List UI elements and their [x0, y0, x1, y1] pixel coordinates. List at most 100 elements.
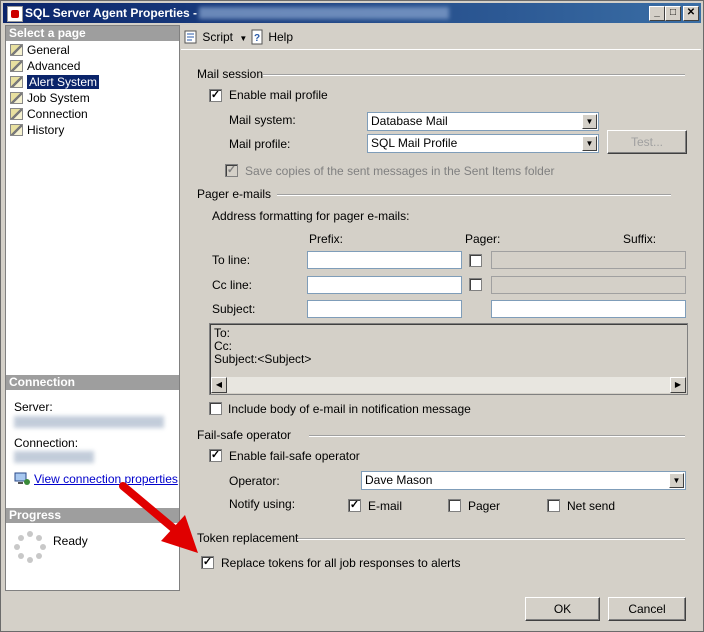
pager-emails-divider [277, 194, 671, 196]
toolbar: Script ▼ ? Help [181, 25, 701, 50]
help-label: Help [268, 30, 294, 44]
script-label: Script [202, 30, 234, 44]
chevron-down-icon: ▼ [239, 34, 248, 43]
script-button[interactable]: Script ▼ [183, 29, 247, 45]
preview-cc-line: Cc: [214, 339, 232, 353]
mail-profile-select[interactable]: SQL Mail Profile ▼ [367, 134, 599, 153]
replace-tokens-checkbox[interactable]: ✓ [201, 556, 214, 569]
notify-netsend-checkbox[interactable] [547, 499, 560, 512]
page-job-system[interactable]: Job System [10, 91, 90, 106]
subject-label: Subject: [212, 302, 256, 316]
page-icon [10, 124, 23, 136]
pager-header: Pager: [465, 232, 501, 246]
mail-system-value: Database Mail [371, 114, 448, 128]
page-alert-system[interactable]: Alert System [10, 75, 100, 90]
page-label: Alert System [27, 75, 100, 89]
notify-pager-checkbox[interactable] [448, 499, 461, 512]
include-body-checkbox[interactable] [209, 402, 222, 415]
operator-label: Operator: [229, 474, 280, 488]
cc-line-label: Cc line: [212, 278, 253, 292]
address-formatting-label: Address formatting for pager e-mails: [212, 209, 410, 223]
cc-line-pager-checkbox[interactable] [469, 278, 482, 291]
suffix-header: Suffix: [623, 232, 657, 246]
page-icon [10, 108, 23, 120]
page-icon [10, 60, 23, 72]
page-label: History [27, 123, 65, 137]
page-icon [10, 44, 23, 56]
enable-mail-profile-label: Enable mail profile [229, 88, 328, 102]
cancel-button[interactable]: Cancel [608, 597, 686, 621]
dialog-footer: OK Cancel [1, 591, 703, 631]
notify-email-checkbox[interactable]: ✓ [348, 499, 361, 512]
mail-session-group-label: Mail session [197, 67, 264, 81]
scroll-left-icon[interactable]: ◀ [211, 377, 227, 393]
mail-profile-label: Mail profile: [229, 137, 291, 151]
notify-pager-label: Pager [468, 499, 501, 513]
script-icon [184, 30, 197, 44]
operator-value: Dave Mason [365, 473, 433, 487]
page-connection[interactable]: Connection [10, 107, 88, 122]
maximize-button[interactable]: □ [665, 6, 681, 21]
cc-line-suffix-input[interactable] [491, 276, 686, 294]
subject-suffix-input[interactable] [491, 300, 686, 318]
chevron-down-icon: ▼ [669, 473, 684, 488]
redacted-connection [14, 451, 94, 463]
help-icon: ? [251, 29, 263, 45]
chevron-down-icon: ▼ [582, 114, 597, 129]
to-line-pager-checkbox[interactable] [469, 254, 482, 267]
to-line-prefix-input[interactable] [307, 251, 462, 269]
preview-horizontal-scrollbar[interactable]: ◀ ▶ [211, 377, 686, 393]
save-copies-label: Save copies of the sent messages in the … [245, 164, 555, 178]
test-button[interactable]: Test... [607, 130, 687, 154]
server-label: Server: [14, 400, 53, 414]
cc-line-prefix-input[interactable] [307, 276, 462, 294]
select-page-header: Select a page [6, 26, 179, 41]
to-line-suffix-input[interactable] [491, 251, 686, 269]
operator-select[interactable]: Dave Mason ▼ [361, 471, 686, 490]
page-label: Job System [27, 91, 90, 105]
mail-system-select[interactable]: Database Mail ▼ [367, 112, 599, 131]
page-label: Advanced [27, 59, 81, 73]
window-title: SQL Server Agent Properties - [25, 6, 198, 20]
minimize-button[interactable]: _ [649, 6, 665, 21]
token-replacement-group-label: Token replacement [197, 531, 299, 545]
page-icon [10, 76, 23, 88]
progress-spinner-icon [14, 531, 46, 563]
connection-header: Connection [6, 375, 179, 390]
notify-email-label: E-mail [368, 499, 403, 513]
redacted-server-name [199, 7, 449, 19]
enable-mail-profile-checkbox[interactable]: ✓ [209, 89, 222, 102]
prefix-header: Prefix: [309, 232, 344, 246]
close-button[interactable]: ✕ [683, 6, 699, 21]
save-copies-checkbox[interactable]: ✓ [225, 164, 238, 177]
title-bar[interactable]: SQL Server Agent Properties - _ □ ✕ [3, 3, 701, 23]
preview-subject-line: Subject:<Subject> [214, 352, 312, 366]
connection-label: Connection: [14, 436, 79, 450]
notify-using-label: Notify using: [229, 497, 296, 511]
redacted-server [14, 416, 164, 428]
mail-session-divider [263, 74, 685, 76]
content-pane: Script ▼ ? Help Mail session ✓ Enable ma… [181, 25, 701, 589]
page-general[interactable]: General [10, 43, 70, 58]
to-line-label: To line: [212, 253, 251, 267]
app-icon [7, 6, 23, 22]
page-label: Connection [27, 107, 88, 121]
enable-failsafe-label: Enable fail-safe operator [229, 449, 360, 463]
page-history[interactable]: History [10, 123, 64, 138]
scroll-right-icon[interactable]: ▶ [670, 377, 686, 393]
page-label: General [27, 43, 70, 57]
sql-server-agent-properties-window: SQL Server Agent Properties - _ □ ✕ Sele… [0, 0, 704, 632]
include-body-label: Include body of e-mail in notification m… [228, 402, 471, 416]
subject-prefix-input[interactable] [307, 300, 462, 318]
mail-system-label: Mail system: [229, 113, 296, 127]
progress-header: Progress [6, 508, 179, 523]
enable-failsafe-checkbox[interactable]: ✓ [209, 449, 222, 462]
progress-status: Ready [53, 534, 88, 548]
ok-button[interactable]: OK [525, 597, 600, 621]
preview-to-line: To: [214, 326, 231, 340]
mail-profile-value: SQL Mail Profile [371, 136, 458, 150]
view-connection-properties-link[interactable]: View connection properties [34, 472, 178, 486]
help-button[interactable]: ? Help [249, 29, 293, 45]
notify-netsend-label: Net send [567, 499, 616, 513]
page-advanced[interactable]: Advanced [10, 59, 80, 74]
